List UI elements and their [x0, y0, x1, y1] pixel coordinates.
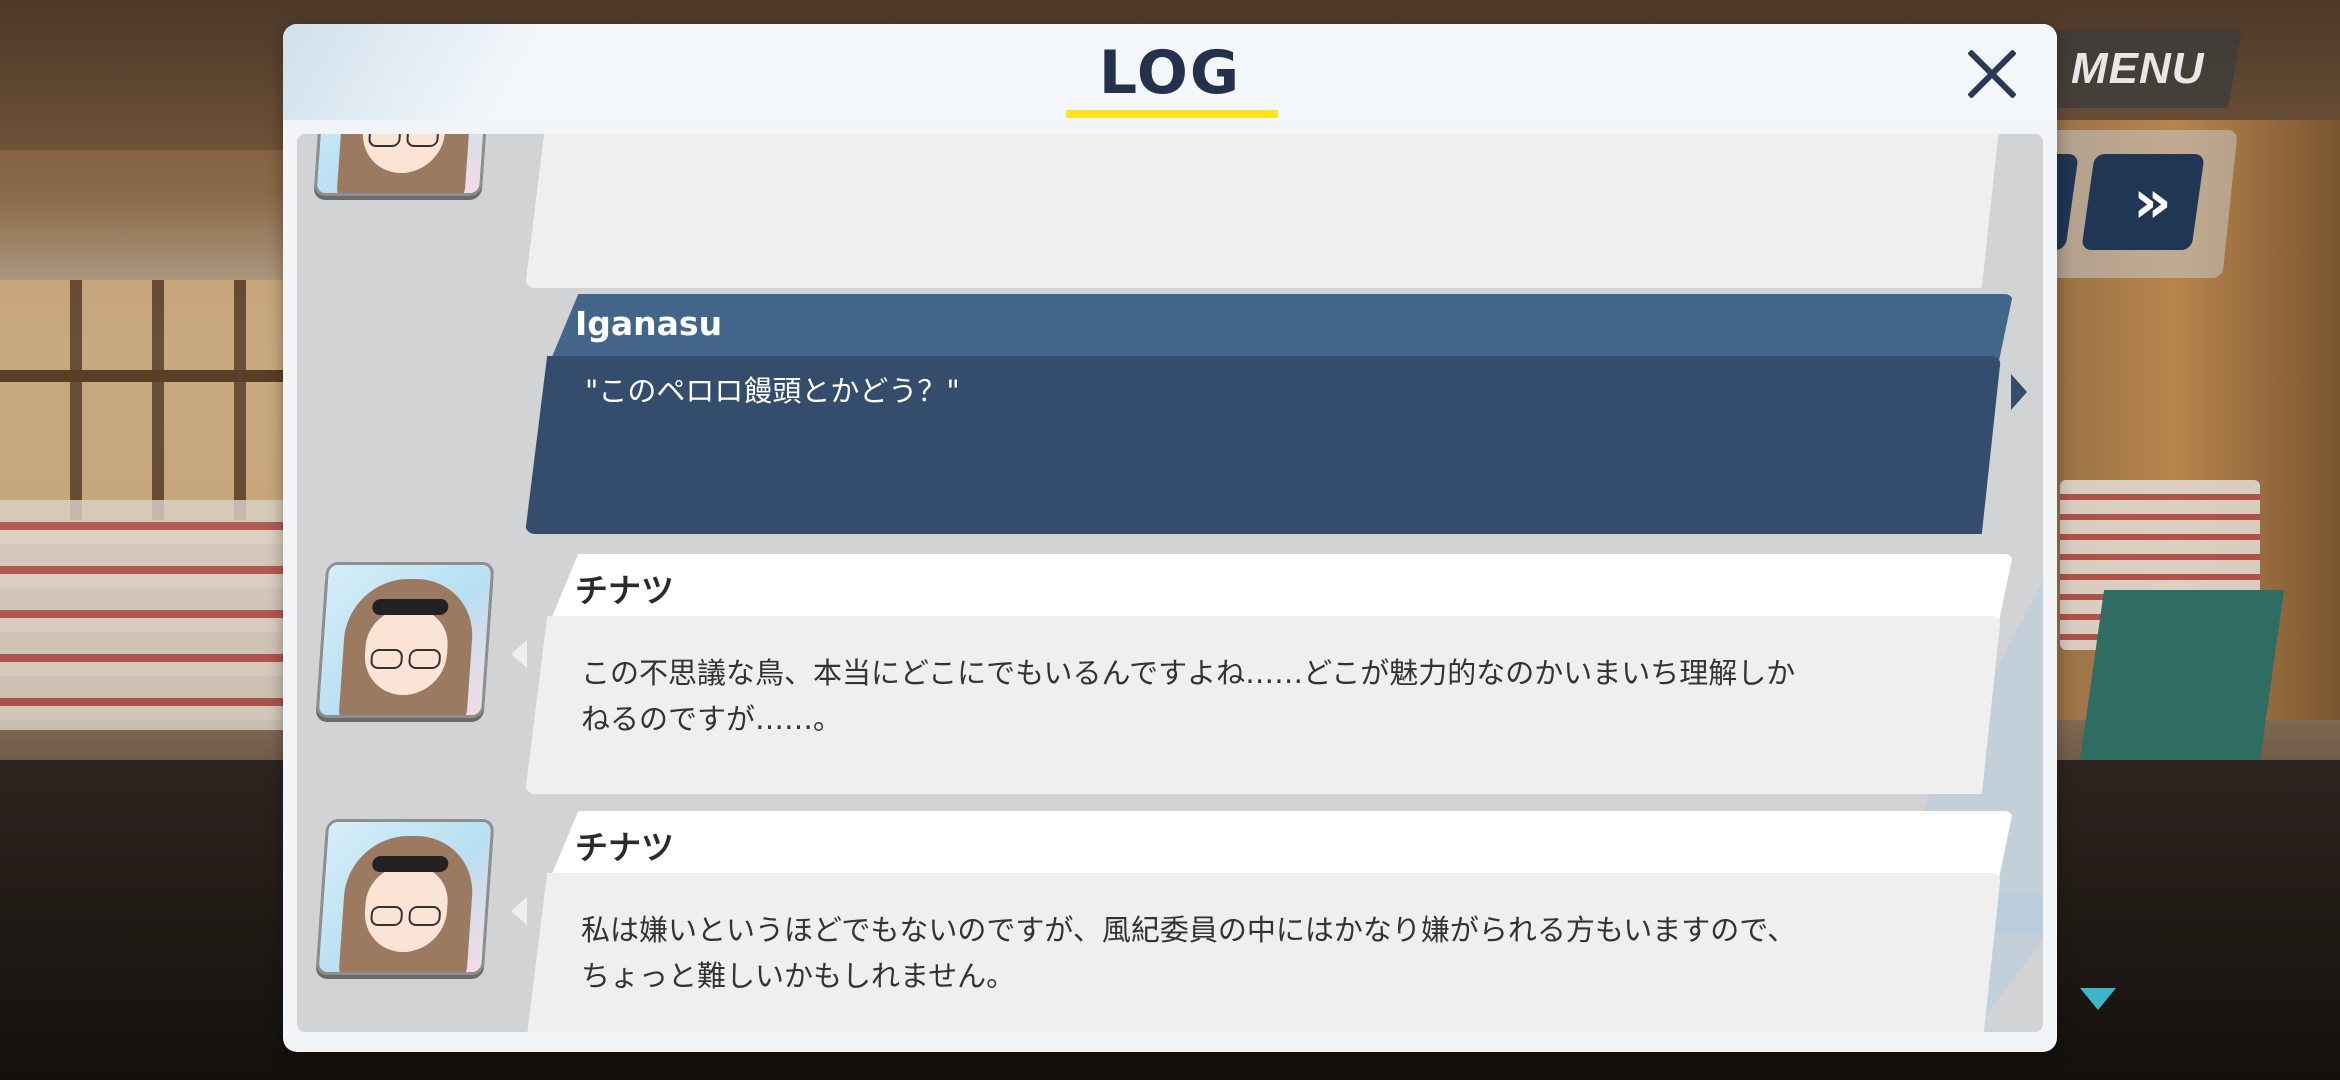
- bubble-pointer: [2011, 374, 2027, 410]
- title-underline: [1066, 110, 1278, 118]
- close-icon[interactable]: [1957, 40, 2027, 110]
- character-portrait: [313, 134, 493, 196]
- scroll-down-icon: [2080, 988, 2116, 1010]
- speaker-name-bar: [549, 294, 2013, 364]
- bubble-tail: [511, 640, 527, 668]
- speaker-name-bar: [549, 554, 2013, 624]
- log-scroll-area[interactable]: Iganasu "このペロロ饅頭とかどう？" チナツ この不思議な鳥、本当にどこ…: [297, 134, 2043, 1032]
- character-portrait: [315, 562, 495, 718]
- speaker-name-bar: [549, 811, 2013, 881]
- background-shelf-board: [0, 370, 300, 382]
- skip-icon: »: [2132, 167, 2154, 237]
- background-shelf: [0, 280, 300, 520]
- log-entry: チナツ この不思議な鳥、本当にどこにでもいるんですよね……どこが魅力的なのかいま…: [511, 554, 2013, 794]
- log-title: LOG: [1098, 38, 1242, 108]
- menu-button[interactable]: MENU: [2033, 30, 2242, 108]
- speaker-name: チナツ: [575, 571, 674, 610]
- dialogue-text: この不思議な鳥、本当にどこにでもいるんですよね……どこが魅力的なのかいまいち理解…: [581, 656, 1796, 736]
- log-entry: [525, 134, 2001, 288]
- dialogue-box: [525, 134, 2001, 288]
- menu-button-label: MENU: [2070, 44, 2205, 93]
- skip-button[interactable]: »: [2081, 154, 2205, 250]
- log-entry: チナツ 私は嫌いというほどでもないのですが、風紀委員の中にはかなり嫌がられる方も…: [511, 811, 2013, 1032]
- log-header: LOG: [283, 24, 2057, 120]
- log-entry-player: Iganasu "このペロロ饅頭とかどう？": [525, 294, 2027, 534]
- bubble-tail: [511, 897, 527, 925]
- dialogue-text: 私は嫌いというほどでもないのですが、風紀委員の中にはかなり嫌がられる方もいますの…: [581, 913, 1797, 993]
- speaker-name: Iganasu: [575, 304, 723, 343]
- background-newspaper-rack: [0, 500, 290, 730]
- character-portrait: [315, 819, 495, 975]
- speaker-name: チナツ: [575, 828, 674, 867]
- dialogue-text: "このペロロ饅頭とかどう？": [585, 374, 960, 408]
- log-window: LOG Iganasu "このペロロ饅頭とかどう？" チナツ この不思議な鳥、本…: [283, 24, 2057, 1052]
